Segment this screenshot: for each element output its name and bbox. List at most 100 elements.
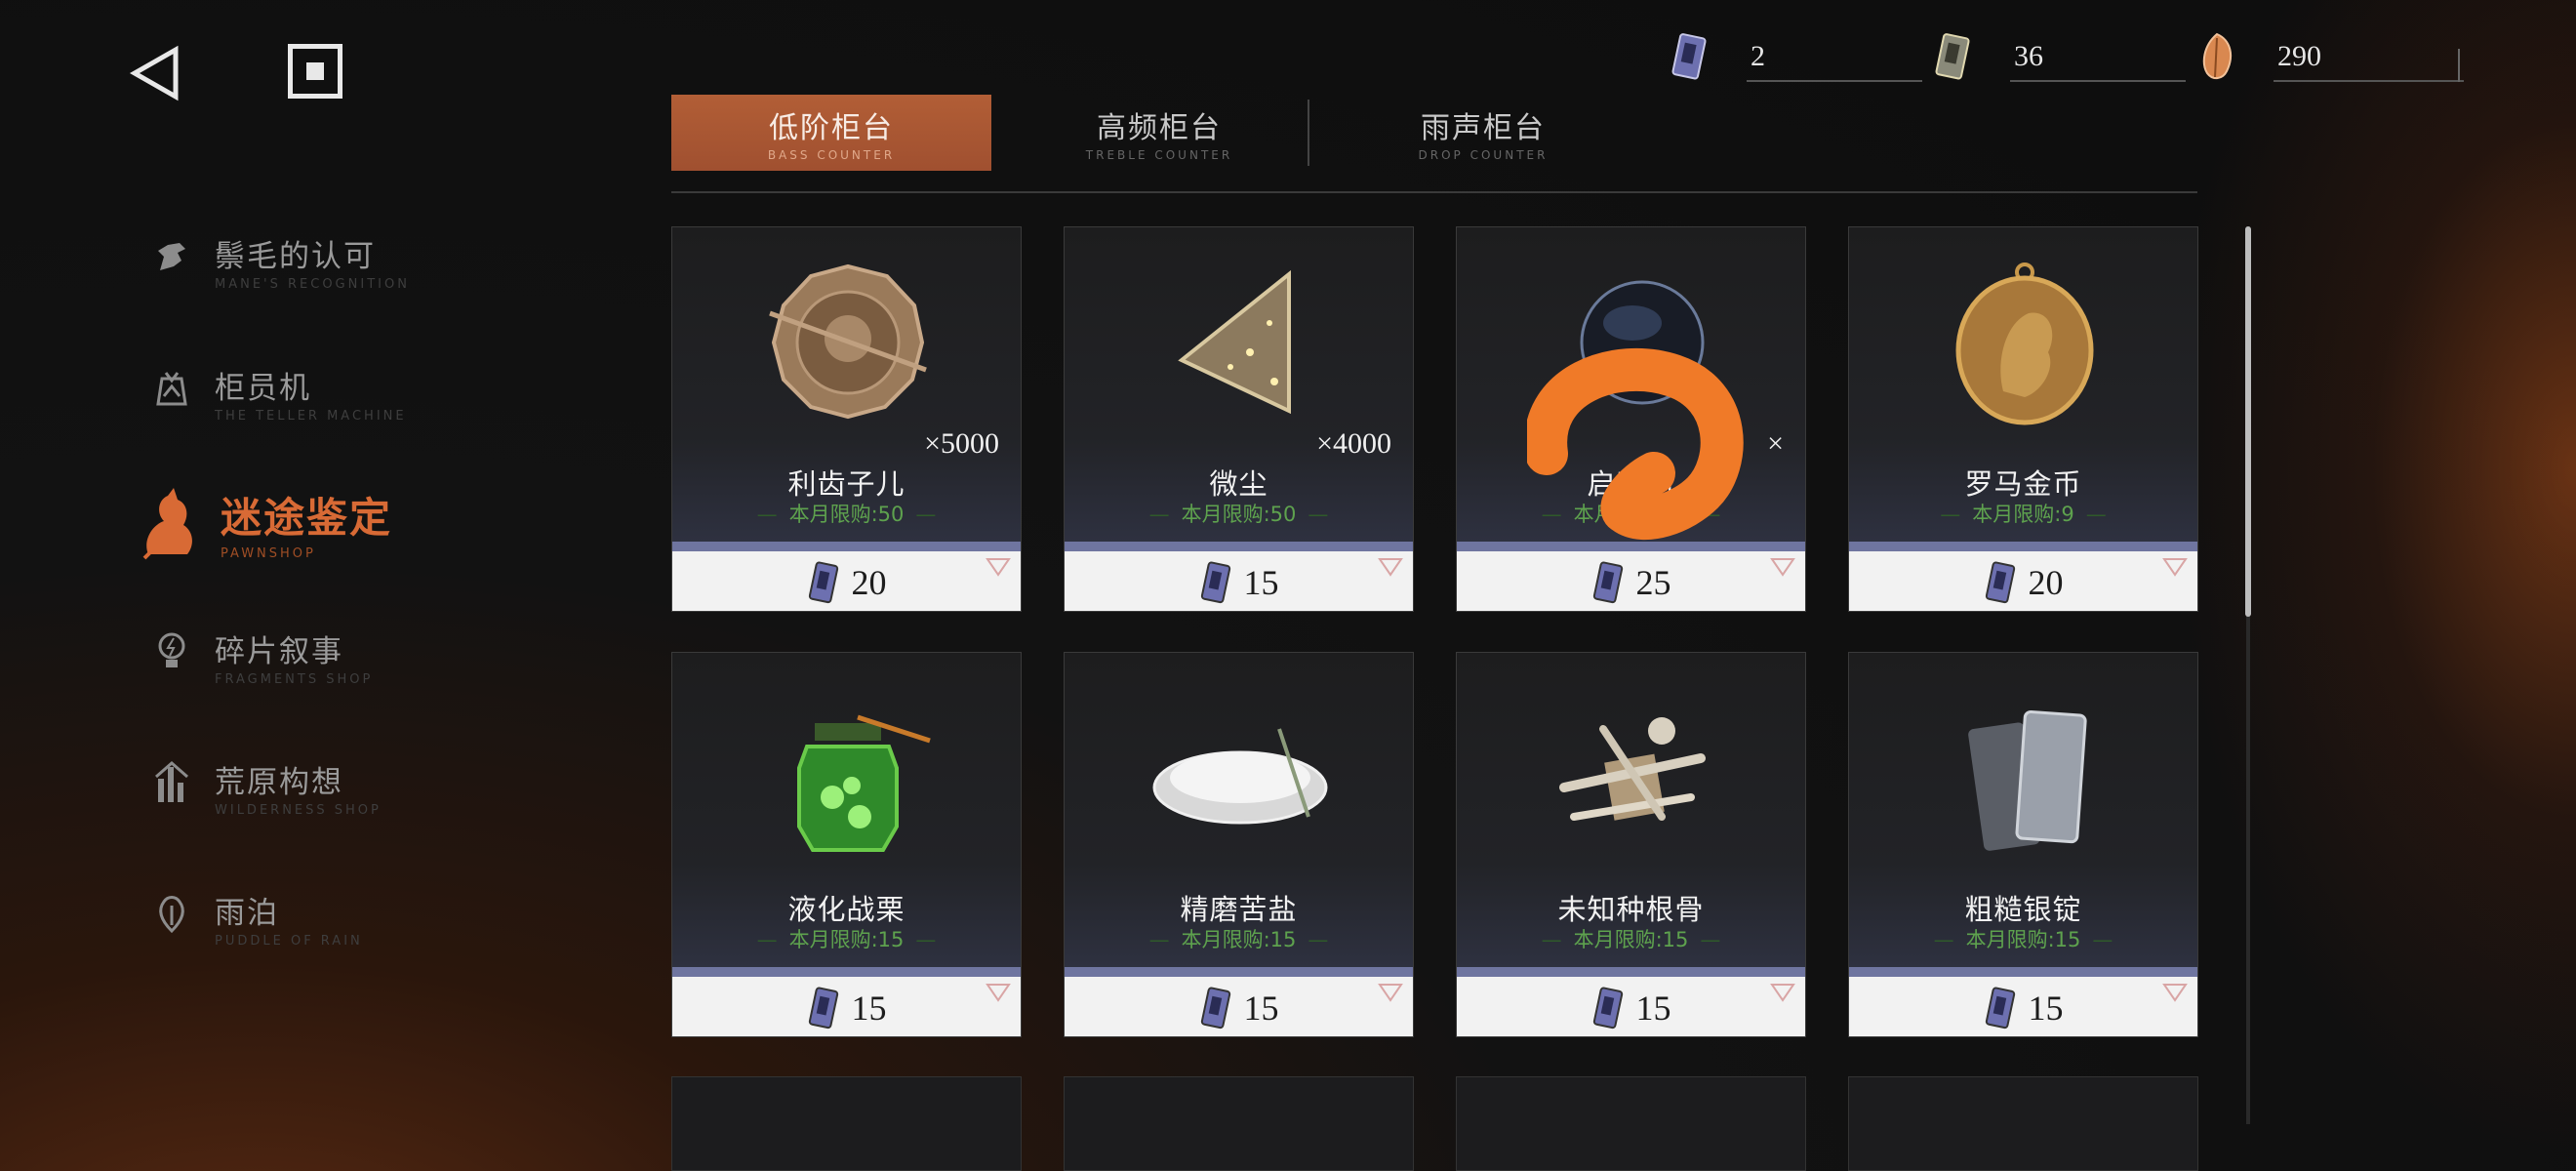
item-quantity: ×5000	[924, 427, 999, 460]
buy-button[interactable]: 15	[1065, 551, 1413, 611]
shop-item-card[interactable]: ×5000 利齿子儿 本月限购:50 20	[671, 226, 1022, 612]
item-price: 15	[851, 988, 887, 1028]
corner-triangle-icon	[1378, 558, 1403, 577]
shop-item-card[interactable]: 未知种根骨 本月限购:15 15	[1456, 652, 1806, 1037]
item-limit: 本月限购:50	[1065, 499, 1413, 528]
item-limit: 本月限购:15	[672, 924, 1021, 953]
tab-label: 高频柜台	[1097, 111, 1222, 145]
item-name: 微尘	[1209, 467, 1268, 501]
tape-ticket-icon	[1592, 986, 1623, 1029]
price-band	[1457, 967, 1805, 977]
tab-bass-counter[interactable]: 低阶柜台 BASS COUNTER	[671, 95, 991, 171]
currency-underline	[2274, 80, 2464, 82]
sidebar-item-sublabel: MANE'S RECOGNITION	[215, 277, 410, 292]
currency-underline	[1747, 80, 1922, 82]
shop-item-card[interactable]: 精磨苦盐 本月限购:15 15	[1064, 652, 1414, 1037]
horse-head-icon	[146, 231, 197, 282]
shop-item-card[interactable]: 罗马金币 本月限购:9 20	[1848, 226, 2198, 612]
item-limit: 本月限购:50	[672, 499, 1021, 528]
item-limit: 本月限购:15	[1457, 924, 1805, 953]
price-band	[1065, 967, 1413, 977]
buy-button[interactable]: 15	[1065, 977, 1413, 1036]
tab-label: 雨声柜台	[1421, 111, 1546, 145]
currency-slot-1[interactable]: 2	[1669, 29, 1922, 84]
currency-slot-3[interactable]: 290	[2195, 29, 2464, 84]
item-price: 15	[1635, 988, 1671, 1028]
tape-ticket-icon	[1985, 986, 2015, 1029]
sidebar-item-label: 柜员机	[215, 371, 311, 406]
tab-treble-counter[interactable]: 高频柜台 TREBLE COUNTER	[999, 95, 1319, 171]
sidebar-item-sublabel: PUDDLE OF RAIN	[215, 934, 363, 949]
sidebar-item-fragments-shop[interactable]: 碎片叙事 FRAGMENTS SHOP	[146, 626, 373, 687]
price-band	[1457, 542, 1805, 551]
buy-button[interactable]: 15	[1849, 977, 2197, 1036]
sidebar-item-label: 鬃毛的认可	[215, 239, 376, 274]
tape-ticket-icon	[1200, 560, 1230, 603]
teller-machine-icon	[146, 363, 197, 414]
tab-underline	[671, 191, 2197, 193]
shop-item-card[interactable]: 粗糙银锭 本月限购:15 15	[1848, 652, 2198, 1037]
shop-item-card-partial[interactable]	[1848, 1076, 2198, 1171]
wilderness-tower-icon	[146, 757, 197, 808]
tape-ticket-icon	[808, 986, 838, 1029]
buy-button[interactable]: 20	[672, 551, 1021, 611]
tab-label: 低阶柜台	[769, 111, 894, 145]
back-triangle-icon	[129, 45, 179, 101]
item-quantity: ×4000	[1316, 427, 1391, 460]
sidebar-item-teller-machine[interactable]: 柜员机 THE TELLER MACHINE	[146, 363, 407, 424]
currency-underline	[2010, 80, 2186, 82]
item-limit: 本月限购:15	[1849, 924, 2197, 953]
sidebar-item-wilderness-shop[interactable]: 荒原构想 WILDERNESS SHOP	[146, 757, 382, 818]
shop-item-card-partial[interactable]	[1456, 1076, 1806, 1171]
item-price: 20	[851, 562, 887, 602]
item-name: 未知种根骨	[1557, 893, 1705, 926]
item-name: 利齿子儿	[787, 467, 906, 501]
lightbulb-icon	[146, 626, 197, 677]
sidebar-item-mane-recognition[interactable]: 鬃毛的认可 MANE'S RECOGNITION	[146, 231, 410, 292]
currency-endcap	[2458, 49, 2460, 82]
tape-ticket-icon	[1671, 33, 1707, 80]
tab-drop-counter[interactable]: 雨声柜台 DROP COUNTER	[1323, 95, 1643, 171]
sidebar-item-label: 雨泊	[215, 896, 279, 931]
item-name: 罗马金币	[1964, 467, 2082, 501]
salt-bowl-icon	[1065, 670, 1413, 866]
sidebar-item-sublabel: WILDERNESS SHOP	[215, 803, 382, 818]
buy-button[interactable]: 20	[1849, 551, 2197, 611]
currency-value: 290	[2277, 40, 2321, 72]
pawnshop-rat-icon	[137, 485, 203, 561]
stop-button[interactable]	[288, 44, 342, 99]
item-price: 15	[1243, 562, 1279, 602]
item-name: 液化战栗	[787, 893, 906, 926]
dust-triangle-icon	[1065, 245, 1413, 440]
buy-button[interactable]: 15	[672, 977, 1021, 1036]
corner-triangle-icon	[2162, 558, 2188, 577]
shop-item-card-partial[interactable]	[671, 1076, 1022, 1171]
item-name: 精磨苦盐	[1180, 893, 1298, 926]
shop-item-card[interactable]: ×4000 微尘 本月限购:50 15	[1064, 226, 1414, 612]
buy-button[interactable]: 15	[1457, 977, 1805, 1036]
currency-value: 36	[2014, 40, 2043, 72]
tape-ticket-icon	[1985, 560, 2015, 603]
shop-item-card-partial[interactable]	[1064, 1076, 1414, 1171]
corner-triangle-icon	[986, 984, 1011, 1002]
buy-button[interactable]: 25	[1457, 551, 1805, 611]
price-band	[1065, 542, 1413, 551]
currency-slot-2[interactable]: 36	[1932, 29, 2186, 84]
background-glow	[2166, 0, 2576, 1171]
tape-ticket-gold-icon	[1935, 33, 1970, 80]
price-band	[1849, 967, 2197, 977]
sidebar-item-pawnshop[interactable]: 迷途鉴定 PAWNSHOP	[137, 485, 392, 561]
sidebar-item-label: 迷途鉴定	[221, 494, 393, 542]
price-band	[672, 967, 1021, 977]
shop-item-card[interactable]: 液化战栗 本月限购:15 15	[671, 652, 1022, 1037]
roman-gold-coin-icon	[1849, 245, 2197, 440]
back-button[interactable]	[127, 44, 185, 102]
sidebar-item-sublabel: FRAGMENTS SHOP	[215, 672, 374, 687]
sidebar-item-puddle-of-rain[interactable]: 雨泊 PUDDLE OF RAIN	[146, 888, 363, 949]
scrollbar-thumb[interactable]	[2245, 226, 2251, 617]
tab-divider	[1308, 100, 1309, 166]
item-price: 15	[2028, 988, 2064, 1028]
raindrop-icon	[146, 888, 197, 939]
sidebar-item-sublabel: THE TELLER MACHINE	[215, 409, 407, 424]
tape-ticket-icon	[1592, 560, 1623, 603]
